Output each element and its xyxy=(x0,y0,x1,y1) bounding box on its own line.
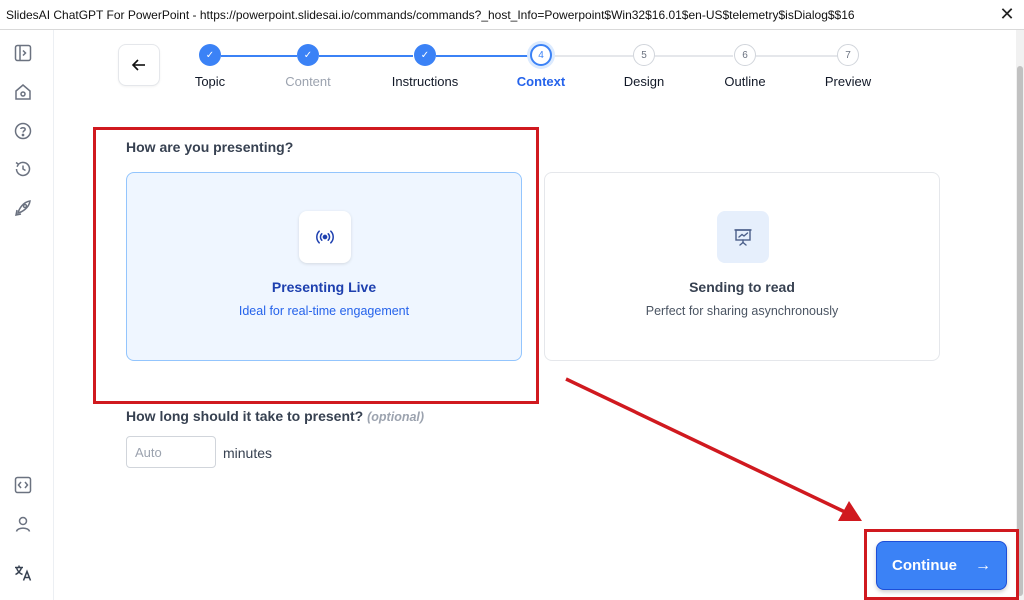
step-topic[interactable]: ✓ Topic xyxy=(155,40,265,89)
step-context[interactable]: 4 Context xyxy=(486,40,596,89)
minutes-label: minutes xyxy=(223,445,273,461)
check-icon: ✓ xyxy=(297,44,319,66)
code-icon[interactable] xyxy=(12,474,34,496)
step-number: 7 xyxy=(837,44,859,66)
step-outline[interactable]: 6 Outline xyxy=(690,40,800,89)
step-label: Design xyxy=(623,74,665,89)
scrollbar[interactable] xyxy=(1016,30,1024,600)
app-window: SlidesAI ChatGPT For PowerPoint - https:… xyxy=(0,0,1024,600)
step-label: Context xyxy=(516,74,566,89)
translate-icon[interactable] xyxy=(12,562,34,584)
rocket-icon[interactable] xyxy=(12,197,34,219)
step-label: Preview xyxy=(824,74,872,89)
step-design[interactable]: 5 Design xyxy=(589,40,699,89)
option-description: Perfect for sharing asynchronously xyxy=(645,304,839,318)
step-label: Content xyxy=(285,74,331,89)
annotation-highlight-continue xyxy=(864,529,1019,600)
step-label: Outline xyxy=(724,74,766,89)
step-content[interactable]: ✓ Content xyxy=(253,40,363,89)
step-number: 4 xyxy=(530,44,552,66)
step-instructions[interactable]: ✓ Instructions xyxy=(370,40,480,89)
presentation-chart-icon xyxy=(717,211,769,263)
step-preview[interactable]: 7 Preview xyxy=(793,40,903,89)
user-icon[interactable] xyxy=(12,513,34,535)
duration-input[interactable] xyxy=(126,436,216,468)
step-number: 5 xyxy=(633,44,655,66)
option-title: Sending to read xyxy=(689,279,795,295)
title-bar: SlidesAI ChatGPT For PowerPoint - https:… xyxy=(0,0,1024,30)
close-icon[interactable]: ✕ xyxy=(998,5,1016,23)
history-icon[interactable] xyxy=(12,158,34,180)
duration-question-text: How long should it take to present? xyxy=(126,408,364,424)
option-sending-to-read[interactable]: Sending to read Perfect for sharing asyn… xyxy=(544,172,940,361)
sidebar xyxy=(0,30,54,600)
duration-question: How long should it take to present? (opt… xyxy=(126,408,424,424)
check-icon: ✓ xyxy=(199,44,221,66)
optional-label: (optional) xyxy=(367,410,425,424)
progress-stepper: ✓ Topic ✓ Content ✓ Instructions 4 Conte… xyxy=(0,40,1024,100)
step-label: Instructions xyxy=(391,74,459,89)
annotation-highlight-options xyxy=(93,127,539,404)
scrollbar-thumb[interactable] xyxy=(1017,66,1023,596)
step-label: Topic xyxy=(194,74,226,89)
window-title: SlidesAI ChatGPT For PowerPoint - https:… xyxy=(6,7,855,22)
check-icon: ✓ xyxy=(414,44,436,66)
step-number: 6 xyxy=(734,44,756,66)
help-icon[interactable] xyxy=(12,120,34,142)
